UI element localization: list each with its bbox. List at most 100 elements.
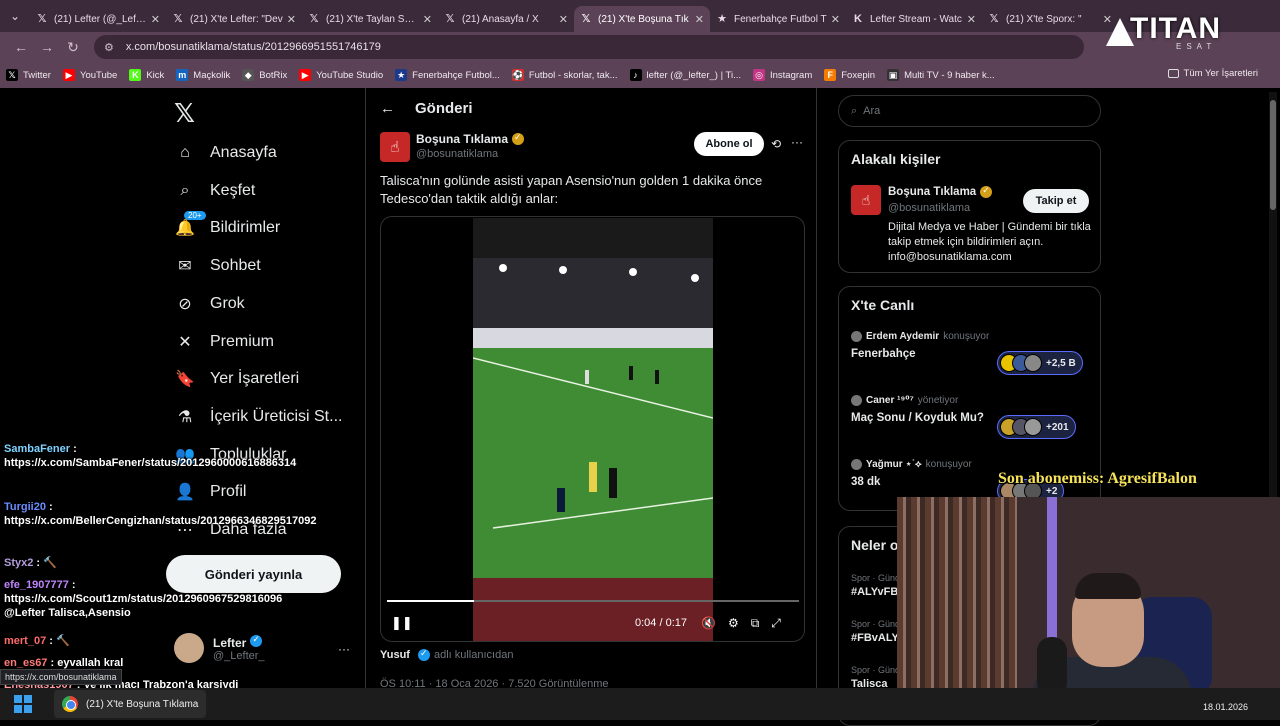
taskbar-chrome-app[interactable]: (21) X'te Boşuna Tıklama (54, 690, 207, 718)
related-bio: Dijital Medya ve Haber | Gündemi bir tık… (888, 221, 1091, 263)
live-role: konuşuyor (943, 331, 990, 342)
reload-icon[interactable]: ↻ (60, 39, 86, 56)
browser-tab[interactable]: 𝕏 (21) X'te Lefter: "Dev ✕ (166, 6, 302, 32)
bookmark-item[interactable]: ♪ lefter (@_lefter_) | Ti... (629, 69, 741, 81)
bookmark-item[interactable]: 𝕏 Twitter (6, 69, 51, 81)
close-tab-icon[interactable]: ✕ (695, 13, 704, 26)
close-tab-icon[interactable]: ✕ (151, 13, 160, 26)
nav-label: Anasayfa (210, 144, 277, 161)
video-progress-bar[interactable] (387, 600, 799, 602)
x-logo-icon[interactable]: 𝕏 (174, 98, 195, 129)
bookmark-item[interactable]: ▶ YouTube (62, 69, 117, 81)
pause-icon[interactable]: ❚❚ (391, 615, 413, 631)
related-handle[interactable]: @bosunatiklama (888, 202, 970, 214)
bookmark-item[interactable]: K Kick (129, 69, 164, 81)
scrollbar-thumb[interactable] (1270, 100, 1276, 210)
nav-item[interactable]: ⌕ Keşfet (174, 177, 256, 205)
live-role: konuşuyor (925, 459, 972, 470)
related-avatar[interactable]: ☝ (851, 185, 881, 215)
bookmarks-bar: 𝕏 Twitter ▶ YouTube K Kick m Maçkolik ◆ BotRix ▶ Yo… (0, 62, 1280, 88)
related-name[interactable]: Boşuna Tıklama (888, 185, 993, 198)
author-avatar[interactable]: ☝ (380, 132, 410, 162)
live-topic: Maç Sonu / Koyduk Mu? (851, 412, 984, 424)
browser-tab[interactable]: 𝕏 (21) X'te Boşuna Tık ✕ (574, 6, 710, 32)
live-space-item[interactable]: Erdem Aydemir konuşuyor Fenerbahçe (851, 331, 989, 360)
search-input[interactable]: ⌕ Ara (838, 95, 1101, 127)
browser-tab[interactable]: ★ Fenerbahçe Futbol T ✕ (710, 6, 846, 32)
author-name[interactable]: Boşuna Tıklama (416, 132, 525, 146)
nav-item[interactable]: ✉ Sohbet (174, 252, 260, 280)
bookmark-item[interactable]: ◆ BotRix (242, 69, 287, 81)
all-bookmarks-button[interactable]: Tüm Yer İşaretleri (1167, 68, 1258, 79)
browser-tab[interactable]: 𝕏 (21) Anasayfa / X ✕ (438, 6, 574, 32)
omnibox[interactable]: ⚙ x.com/bosunatiklama/status/20129669515… (94, 35, 1084, 59)
chat-text: eyvallah kral (57, 657, 124, 669)
listener-avatar (1024, 354, 1042, 372)
bookmark-list: 𝕏 Twitter ▶ YouTube K Kick m Maçkolik ◆ BotRix ▶ Yo… (6, 69, 1007, 81)
close-tab-icon[interactable]: ✕ (287, 13, 296, 26)
post-author[interactable]: ☝ Boşuna Tıklama @bosunatiklama (380, 132, 525, 162)
more-dots-icon[interactable]: ··· (791, 135, 803, 149)
live-listeners[interactable]: +201 (997, 415, 1076, 439)
browser-tab[interactable]: 𝕏 (21) Lefter (@_Lefter ✕ (30, 6, 166, 32)
bookmark-item[interactable]: ▣ Multi TV - 9 haber k... (887, 69, 995, 81)
back-arrow-icon[interactable]: ← (380, 100, 395, 117)
bookmark-item[interactable]: ▶ YouTube Studio (299, 69, 383, 81)
live-user: Yağmur ⋆˙⟡ (866, 459, 922, 470)
more-dots-icon[interactable]: ··· (338, 642, 350, 656)
live-listeners[interactable]: +2,5 B (997, 351, 1083, 375)
brand-subtext: ESAT (1176, 42, 1217, 51)
windows-start-icon[interactable] (14, 695, 32, 713)
status-url-tooltip: https://x.com/bosunatiklama (0, 669, 122, 685)
browser-tab[interactable]: 𝕏 (21) X'te Sporx: " ✕ (982, 6, 1118, 32)
browser-tab[interactable]: 𝕏 (21) X'te Taylan Sedo ✕ (302, 6, 438, 32)
verified-gold-icon (980, 185, 993, 198)
nav-item[interactable]: ✕ Premium (174, 328, 274, 356)
chat-username: Styx2 (4, 557, 34, 569)
subscribe-button[interactable]: Abone ol (694, 132, 764, 156)
bookmark-item[interactable]: ★ Fenerbahçe Futbol... (395, 69, 500, 81)
browser-tab[interactable]: K Lefter Stream - Watc ✕ (846, 6, 982, 32)
site-info-icon[interactable]: ⚙ (104, 41, 114, 54)
back-icon[interactable]: ← (8, 39, 34, 55)
close-tab-icon[interactable]: ✕ (423, 13, 432, 26)
nav-label: Yer İşaretleri (210, 370, 300, 388)
video-frame[interactable] (473, 218, 713, 641)
tab-search-button[interactable]: ⌄ (0, 0, 30, 32)
chrome-icon (62, 696, 78, 712)
bookmark-item[interactable]: ⚽ Futbol - skorlar, tak... (511, 69, 618, 81)
nav-label: Grok (210, 294, 245, 312)
nav-item[interactable]: ⌂ Anasayfa (174, 139, 277, 167)
video-player[interactable]: ❚❚ 0:04 / 0:17 🔇⚙⧉⤢ (380, 216, 805, 642)
listener-count: +2,5 B (1046, 357, 1076, 369)
live-space-item[interactable]: Yağmur ⋆˙⟡ konuşuyor 38 dk (851, 459, 972, 488)
live-space-item[interactable]: Caner ¹⁹⁰⁷ yönetiyor Maç Sonu / Koyduk Mu? (851, 395, 984, 424)
bookmark-item[interactable]: m Maçkolik (176, 69, 230, 81)
tab-title: (21) Lefter (@_Lefter (54, 13, 147, 25)
source-user[interactable]: Yusuf (380, 649, 410, 661)
follow-button[interactable]: Takip et (1023, 189, 1089, 213)
bookmark-item[interactable]: ◎ Instagram (753, 69, 812, 81)
settings-icon[interactable]: ⚙ (728, 616, 751, 630)
bookmark-item[interactable]: F Foxepin (824, 69, 875, 81)
close-tab-icon[interactable]: ✕ (967, 13, 976, 26)
x-icon: 𝕏 (309, 13, 319, 25)
nav-item[interactable]: ⚗ İçerik Üreticisi St... (174, 403, 343, 431)
close-tab-icon[interactable]: ✕ (559, 13, 568, 26)
forward-icon[interactable]: → (34, 39, 60, 55)
grok-icon[interactable]: ⟲ (771, 137, 781, 151)
pip-icon[interactable]: ⧉ (751, 616, 772, 630)
fullscreen-icon[interactable]: ⤢ (771, 616, 793, 630)
nav-item[interactable]: 🔔 20+ Bildirimler (174, 211, 280, 242)
nav-item[interactable]: ⊘ Grok (174, 290, 245, 318)
close-tab-icon[interactable]: ✕ (831, 13, 840, 26)
live-role: yönetiyor (917, 395, 959, 406)
nav-item[interactable]: 🔖 Yer İşaretleri (174, 365, 299, 393)
x-icon: 𝕏 (581, 13, 591, 25)
address-bar-row: ← → ↻ ⚙ x.com/bosunatiklama/status/20129… (0, 32, 1280, 62)
instagram-icon: ◎ (753, 69, 765, 81)
author-handle[interactable]: @bosunatiklama (416, 148, 524, 160)
stadium-scene (473, 218, 713, 641)
mute-icon[interactable]: 🔇 (701, 616, 728, 630)
tabs-container: 𝕏 (21) Lefter (@_Lefter ✕ 𝕏 (21) X'te Lefter… (30, 0, 1118, 32)
